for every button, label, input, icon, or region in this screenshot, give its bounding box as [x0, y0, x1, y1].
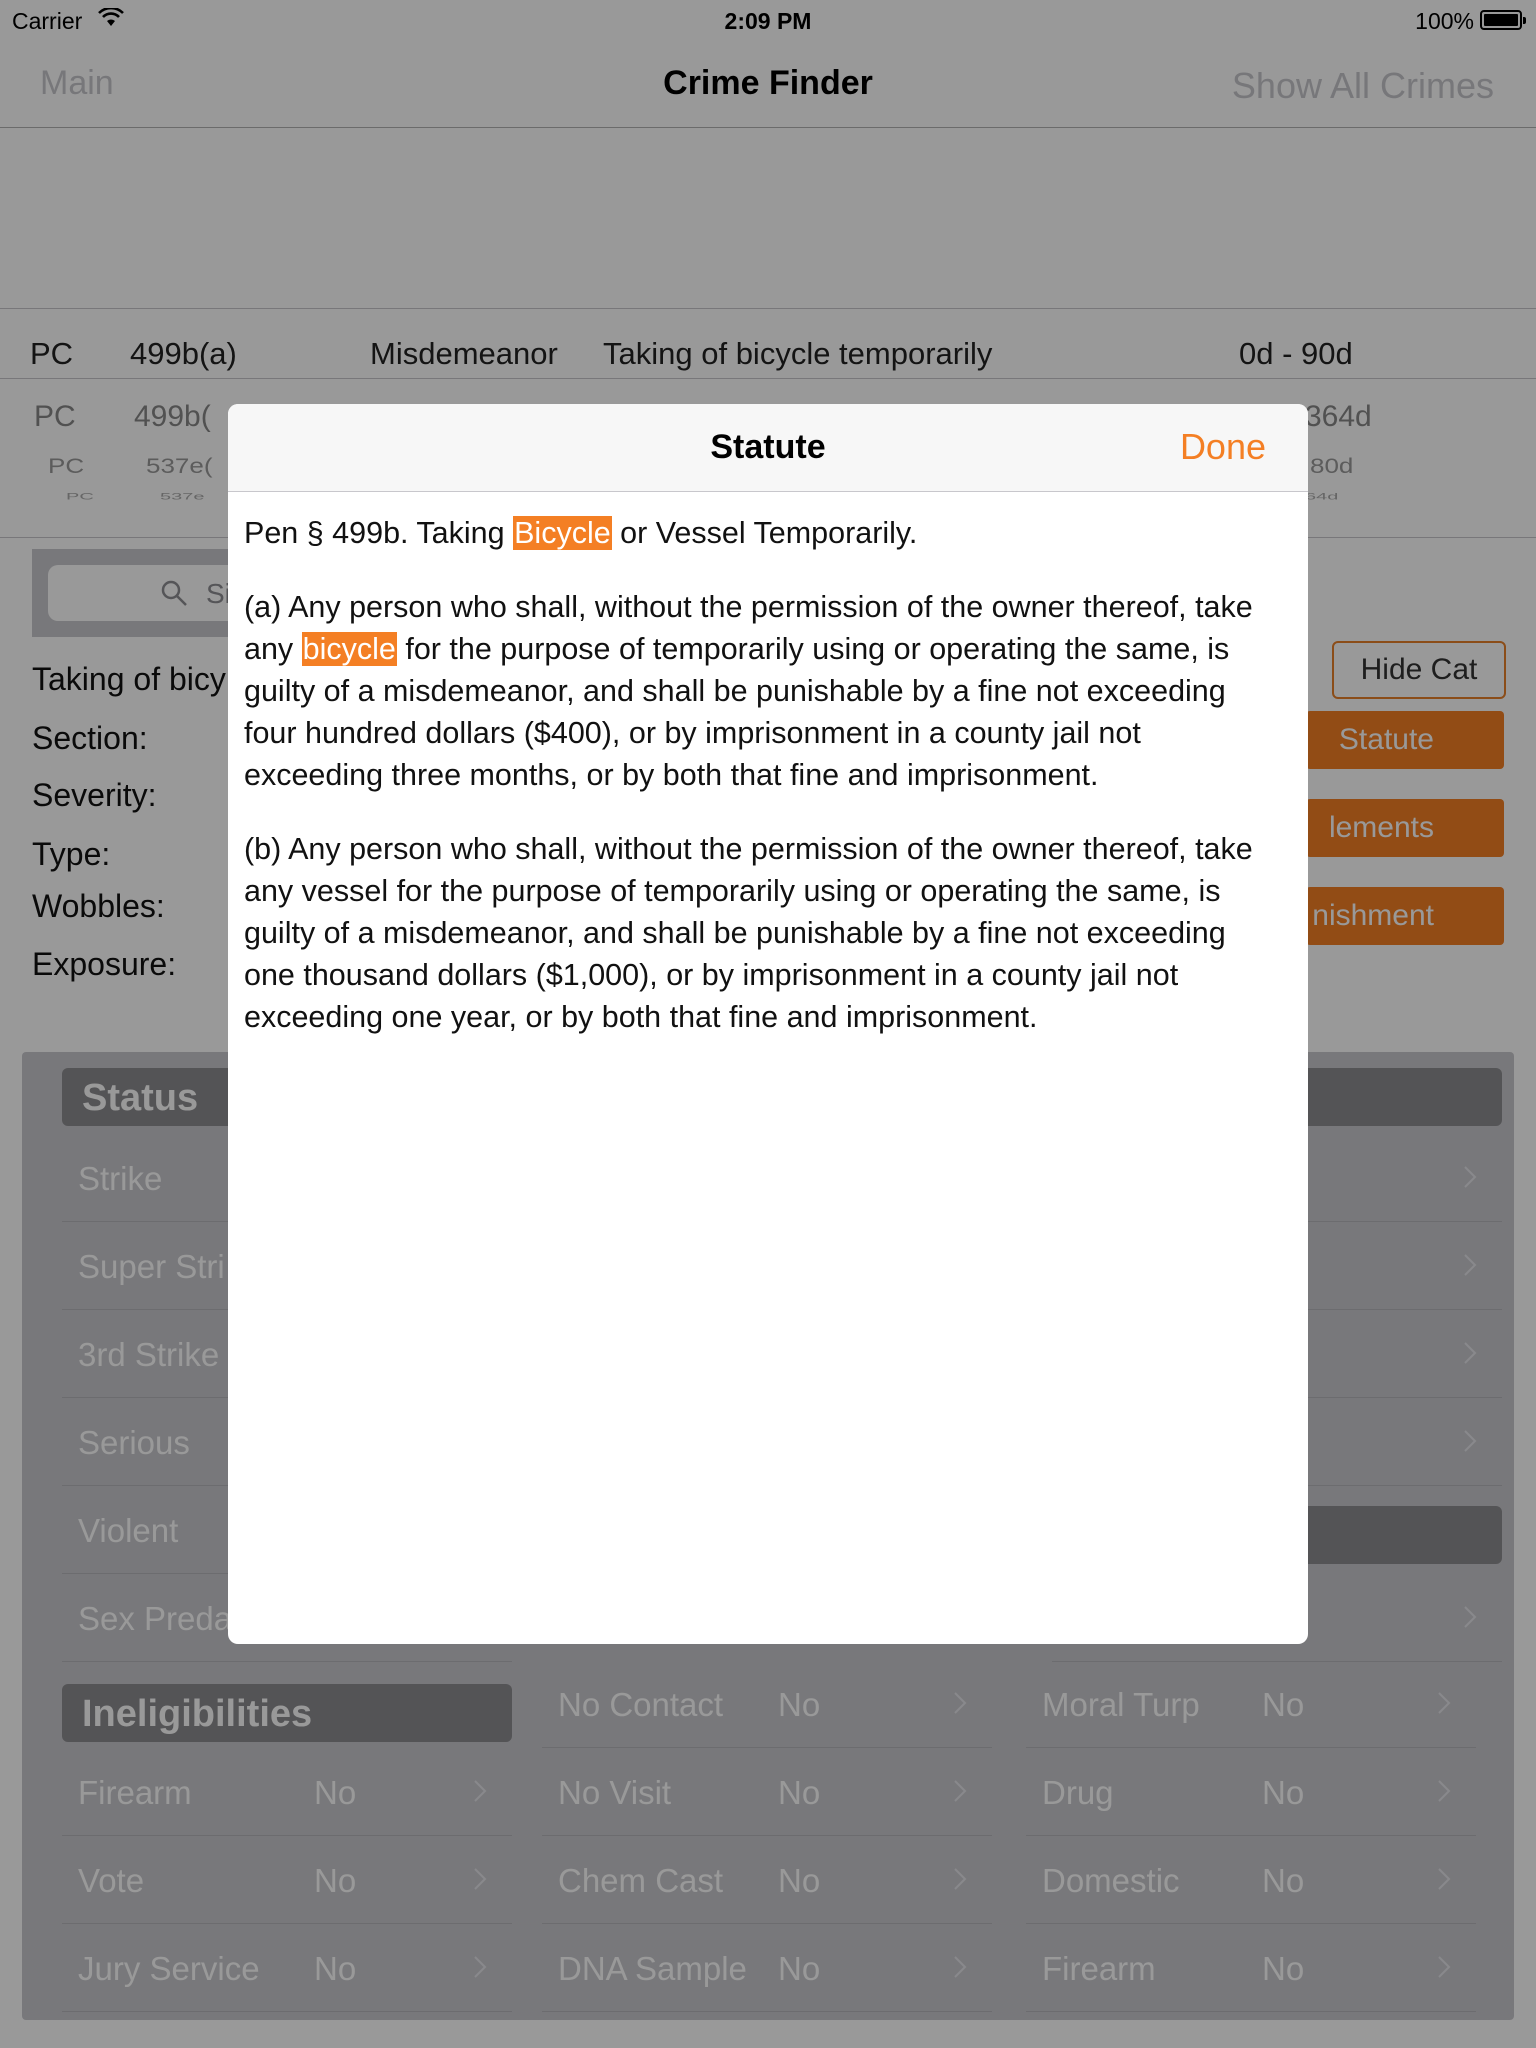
statute-text: Pen § 499b. Taking Bicycle or Vessel Tem…: [244, 512, 1284, 1070]
statute-paragraph-b: (b) Any person who shall, without the pe…: [244, 832, 1253, 1034]
statute-modal: Statute Done Pen § 499b. Taking Bicycle …: [228, 404, 1308, 1644]
done-button[interactable]: Done: [1180, 426, 1266, 468]
search-highlight: bicycle: [301, 632, 397, 666]
statute-heading: Pen § 499b. Taking Bicycle or Vessel Tem…: [244, 512, 1284, 554]
search-highlight: Bicycle: [513, 516, 612, 550]
heading-text: Pen § 499b. Taking: [244, 516, 514, 550]
statute-paragraph-a: (a) Any person who shall, without the pe…: [244, 586, 1284, 796]
modal-title: Statute: [710, 428, 826, 466]
heading-text: or Vessel Temporarily.: [611, 516, 918, 550]
modal-header: Statute Done: [228, 404, 1308, 492]
